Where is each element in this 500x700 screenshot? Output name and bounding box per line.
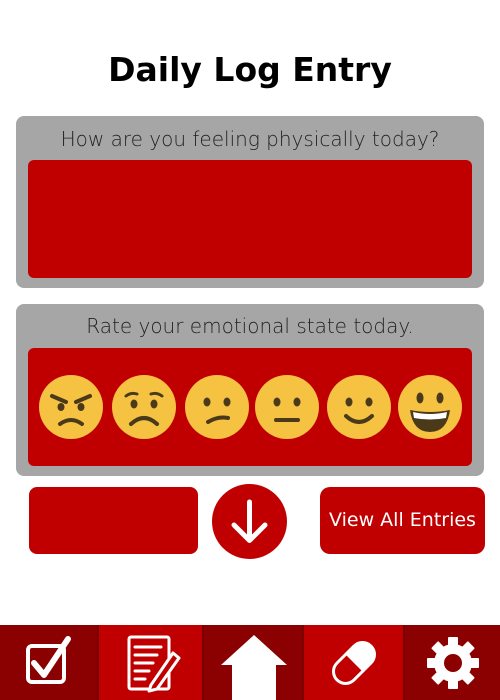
notes-icon bbox=[127, 635, 181, 693]
physical-feeling-card: How are you feeling physically today? bbox=[16, 116, 484, 288]
grinning-face-icon[interactable] bbox=[397, 374, 463, 440]
physical-feeling-input[interactable] bbox=[28, 160, 472, 278]
down-arrow-button[interactable] bbox=[212, 484, 287, 559]
emotion-rating-row bbox=[28, 348, 472, 466]
checkbox-icon bbox=[26, 636, 71, 684]
home-icon bbox=[220, 635, 287, 700]
frowning-face-icon[interactable] bbox=[111, 374, 177, 440]
slight-smile-icon[interactable] bbox=[326, 374, 392, 440]
bottom-nav bbox=[0, 625, 500, 700]
emotional-prompt: Rate your emotional state today. bbox=[86, 314, 414, 338]
nav-item-checklist[interactable] bbox=[0, 625, 99, 700]
gear-icon bbox=[427, 637, 480, 689]
nav-item-settings[interactable] bbox=[405, 625, 500, 700]
nav-item-log[interactable] bbox=[98, 625, 204, 700]
nav-item-home[interactable] bbox=[203, 625, 305, 700]
view-all-entries-button[interactable]: View All Entries bbox=[320, 487, 485, 554]
confused-face-icon[interactable] bbox=[184, 374, 250, 440]
pill-icon bbox=[332, 641, 377, 685]
emotional-state-card: Rate your emotional state today. bbox=[16, 304, 484, 476]
page-title: Daily Log Entry bbox=[108, 50, 392, 89]
neutral-face-icon[interactable] bbox=[254, 374, 320, 440]
physical-prompt: How are you feeling physically today? bbox=[60, 127, 440, 151]
nav-item-medication[interactable] bbox=[304, 625, 406, 700]
angry-face-icon[interactable] bbox=[38, 374, 104, 440]
entry-field[interactable] bbox=[29, 487, 198, 554]
arrow-down-icon bbox=[231, 499, 268, 543]
